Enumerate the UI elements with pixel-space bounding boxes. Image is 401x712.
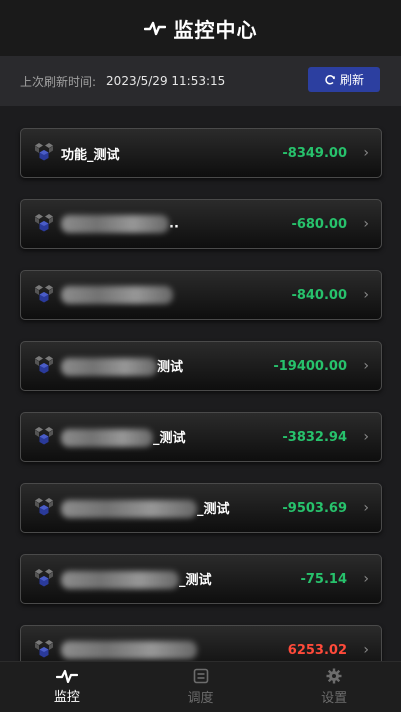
schedule-icon	[193, 668, 209, 684]
redacted-text	[61, 571, 179, 590]
card-value: -3832.94	[282, 429, 347, 445]
card-value: -9503.69	[282, 500, 347, 516]
monitor-card[interactable]: _测试 -75.14 ›	[20, 554, 382, 604]
refresh-button-label: 刷新	[339, 73, 364, 87]
tab-settings[interactable]: 设置	[267, 662, 401, 712]
chevron-right-icon: ›	[363, 429, 369, 445]
card-name: _测试	[61, 498, 230, 519]
monitor-card[interactable]: _测试 -3832.94 ›	[20, 412, 382, 462]
monitor-list: 功能_测试 -8349.00 › .. -680.00 › -840.00 › …	[0, 106, 401, 661]
cube-logo-icon	[33, 142, 55, 164]
page-title: 监控中心	[173, 17, 258, 42]
card-name-suffix: ..	[169, 216, 179, 232]
tab-label: 设置	[321, 691, 348, 706]
card-name	[61, 641, 197, 659]
card-value: -19400.00	[273, 358, 347, 374]
card-value: -8349.00	[282, 145, 347, 161]
card-name-suffix: _测试	[153, 430, 186, 446]
chevron-right-icon: ›	[363, 287, 369, 303]
app-header: 监控中心	[0, 0, 401, 57]
redacted-text	[61, 358, 157, 377]
redacted-text	[61, 641, 197, 659]
redacted-text	[61, 429, 153, 448]
card-name-suffix: _测试	[197, 501, 230, 517]
chevron-right-icon: ›	[363, 500, 369, 516]
card-name-suffix: 测试	[157, 359, 184, 375]
monitor-card[interactable]: 6253.02 ›	[20, 625, 382, 661]
monitor-card[interactable]: .. -680.00 ›	[20, 199, 382, 249]
card-name	[61, 286, 173, 304]
cube-logo-icon	[33, 497, 55, 519]
bottom-tab-bar: 监控 调度 设置	[0, 661, 401, 712]
card-name-suffix: _测试	[179, 572, 212, 588]
monitor-card[interactable]: 测试 -19400.00 ›	[20, 341, 382, 391]
chevron-right-icon: ›	[363, 358, 369, 374]
cube-logo-icon	[33, 355, 55, 377]
tab-label: 调度	[187, 691, 214, 706]
chevron-right-icon: ›	[363, 216, 369, 232]
monitor-card[interactable]: -840.00 ›	[20, 270, 382, 320]
cube-logo-icon	[33, 639, 55, 661]
tab-schedule[interactable]: 调度	[134, 662, 268, 712]
card-value: 6253.02	[287, 642, 347, 658]
chevron-right-icon: ›	[363, 145, 369, 161]
redacted-text	[61, 215, 169, 233]
chevron-right-icon: ›	[363, 642, 369, 658]
card-name: 测试	[61, 356, 183, 377]
cube-logo-icon	[33, 213, 55, 235]
card-value: -75.14	[300, 571, 347, 587]
pulse-icon	[55, 669, 78, 683]
redacted-text	[61, 286, 173, 304]
pulse-icon	[143, 20, 166, 36]
tab-monitor[interactable]: 监控	[0, 662, 134, 712]
card-name: 功能_测试	[61, 147, 120, 163]
card-value: -840.00	[291, 287, 347, 303]
monitor-card[interactable]: _测试 -9503.69 ›	[20, 483, 382, 533]
cube-logo-icon	[33, 426, 55, 448]
card-value: -680.00	[291, 216, 347, 232]
refresh-icon	[324, 74, 336, 86]
card-name: ..	[61, 215, 179, 233]
cube-logo-icon	[33, 284, 55, 306]
card-name: _测试	[61, 427, 186, 448]
tab-label: 监控	[53, 690, 80, 705]
refresh-button[interactable]: 刷新	[308, 67, 380, 92]
gear-icon	[326, 668, 342, 684]
redacted-text	[61, 500, 197, 519]
chevron-right-icon: ›	[363, 571, 369, 587]
card-name: _测试	[61, 569, 212, 590]
monitor-card[interactable]: 功能_测试 -8349.00 ›	[20, 128, 382, 178]
refresh-bar: 上次刷新时间: 2023/5/29 11:53:15 刷新	[0, 56, 401, 106]
cube-logo-icon	[33, 568, 55, 590]
last-refresh-time: 2023/5/29 11:53:15	[106, 74, 226, 88]
last-refresh-label: 上次刷新时间:	[20, 74, 97, 89]
